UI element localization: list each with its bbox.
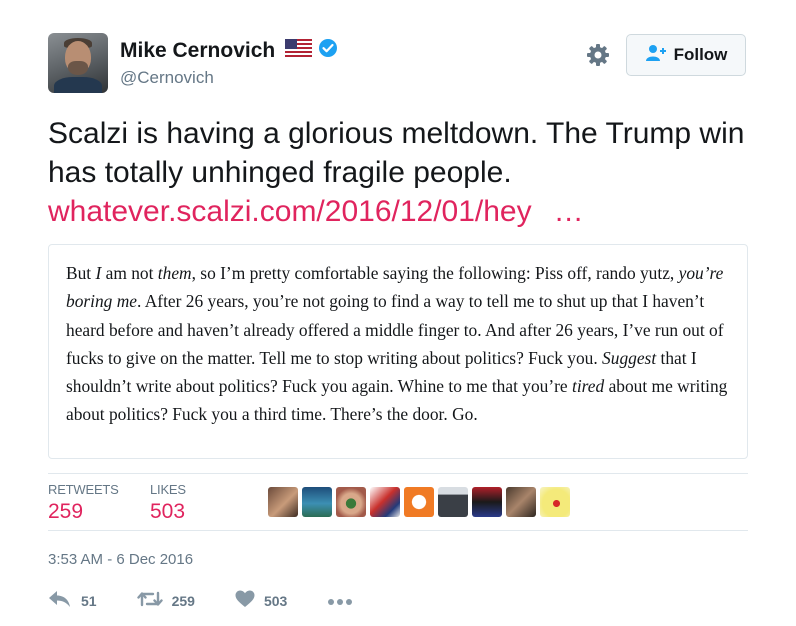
quote-text: am not bbox=[101, 263, 158, 283]
liker-avatar[interactable] bbox=[472, 487, 502, 517]
follow-person-icon bbox=[645, 44, 667, 67]
liker-avatar[interactable] bbox=[404, 487, 434, 517]
follow-button[interactable]: Follow bbox=[626, 34, 746, 76]
divider bbox=[48, 530, 748, 531]
divider bbox=[48, 473, 748, 474]
tweet-body: Scalzi is having a glorious meltdown. Th… bbox=[48, 117, 745, 189]
more-icon bbox=[327, 593, 353, 609]
retweet-count: 259 bbox=[171, 592, 195, 609]
avatar[interactable] bbox=[48, 33, 108, 93]
quote-emphasis: Suggest bbox=[602, 347, 657, 368]
verified-badge-icon bbox=[318, 38, 338, 63]
likes-label: LIKES bbox=[150, 482, 186, 497]
liker-avatars bbox=[268, 487, 570, 517]
more-button[interactable] bbox=[327, 593, 353, 609]
retweets-stat[interactable]: RETWEETS 259 bbox=[48, 482, 119, 524]
gear-icon[interactable] bbox=[586, 43, 610, 67]
reply-button[interactable]: 51 bbox=[48, 590, 97, 611]
retweet-icon bbox=[136, 590, 163, 611]
display-name[interactable]: Mike Cernovich bbox=[120, 39, 275, 63]
liker-avatar[interactable] bbox=[506, 487, 536, 517]
retweets-count: 259 bbox=[48, 500, 84, 523]
retweets-label: RETWEETS bbox=[48, 482, 119, 497]
like-count: 503 bbox=[263, 592, 288, 609]
retweet-button[interactable]: 259 bbox=[136, 590, 195, 611]
tweet-text: Scalzi is having a glorious meltdown. Th… bbox=[48, 114, 768, 231]
like-button[interactable]: 503 bbox=[235, 590, 287, 611]
likes-count: 503 bbox=[150, 500, 186, 523]
likes-stat[interactable]: LIKES 503 bbox=[150, 482, 186, 524]
liker-avatar[interactable] bbox=[438, 487, 468, 517]
name-row: Mike Cernovich bbox=[120, 38, 338, 63]
quote-text: , so I’m pretty comfortable saying the f… bbox=[191, 263, 679, 283]
liker-avatar[interactable] bbox=[302, 487, 332, 517]
reply-count: 51 bbox=[81, 592, 97, 609]
follow-label: Follow bbox=[673, 45, 728, 64]
reply-icon bbox=[48, 590, 72, 611]
tweet-link-ellipsis[interactable]: … bbox=[554, 195, 584, 228]
tweet-link[interactable]: whatever.scalzi.com/2016/12/01/hey bbox=[48, 195, 532, 228]
action-bar: 51 259 503 bbox=[48, 590, 353, 611]
quote-text: But bbox=[66, 263, 96, 283]
liker-avatar[interactable] bbox=[268, 487, 298, 517]
us-flag-icon bbox=[285, 39, 313, 62]
liker-avatar[interactable] bbox=[540, 487, 570, 517]
quote-emphasis: tired bbox=[572, 376, 605, 397]
timestamp[interactable]: 3:53 AM - 6 Dec 2016 bbox=[48, 551, 193, 568]
quote-emphasis: them bbox=[157, 263, 192, 283]
heart-icon bbox=[235, 590, 255, 611]
liker-avatar[interactable] bbox=[336, 487, 366, 517]
quote-card[interactable]: But I am not them, so I’m pretty comfort… bbox=[48, 244, 748, 459]
user-handle[interactable]: @Cernovich bbox=[120, 68, 214, 88]
liker-avatar[interactable] bbox=[370, 487, 400, 517]
